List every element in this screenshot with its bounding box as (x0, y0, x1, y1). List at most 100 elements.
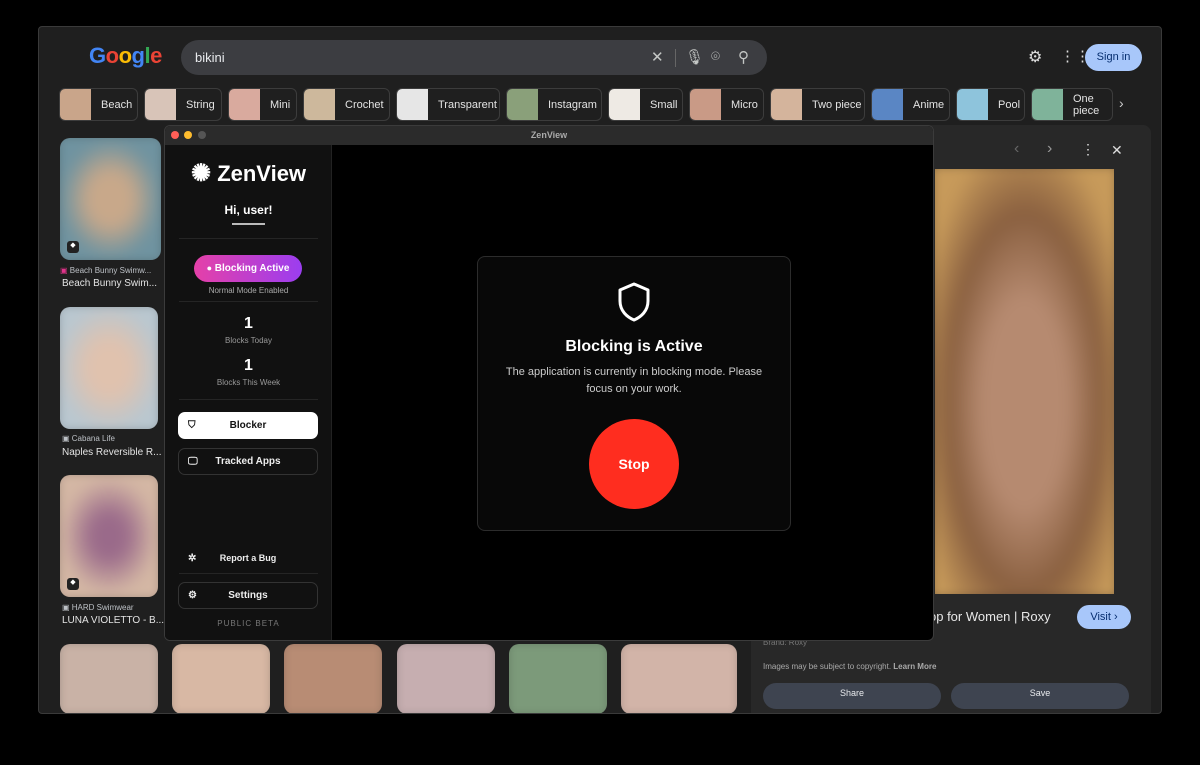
chip-thumbnail (609, 89, 640, 120)
result-image[interactable] (509, 644, 607, 714)
close-window-button[interactable] (171, 131, 179, 139)
nav-blocker[interactable]: ⛉Blocker (178, 412, 318, 439)
result-image[interactable] (60, 307, 158, 429)
chip-thumbnail (145, 89, 176, 120)
chip-small[interactable]: Small (608, 88, 683, 121)
zoom-window-button[interactable] (198, 131, 206, 139)
close-icon[interactable]: ✕ (1111, 142, 1123, 159)
chip-beach[interactable]: Beach (59, 88, 138, 121)
google-logo[interactable]: Google (89, 43, 162, 69)
greeting: Hi, user! (165, 203, 332, 217)
chip-label: Micro (731, 99, 758, 111)
result-image[interactable] (284, 644, 382, 714)
chevron-right-icon[interactable]: › (1119, 95, 1124, 111)
chip-label: Instagram (548, 99, 597, 111)
result-source[interactable]: ▣ HARD Swimwear (62, 603, 134, 612)
save-button[interactable]: Save (951, 683, 1129, 709)
chip-label: Two piece (812, 99, 862, 111)
result-image[interactable]: ◆ (60, 475, 158, 597)
blocking-status-pill: ● Blocking Active (194, 255, 302, 282)
chip-thumbnail (229, 89, 260, 120)
chip-string[interactable]: String (144, 88, 222, 121)
tag-icon: ◆ (67, 241, 79, 253)
window-title: ZenView (531, 130, 567, 140)
chip-mini[interactable]: Mini (228, 88, 297, 121)
chip-label: Crochet (345, 99, 384, 111)
more-icon[interactable]: ⋮ (1081, 141, 1095, 158)
chip-label: Pool (998, 99, 1020, 111)
settings-button[interactable]: ⚙Settings (178, 582, 318, 609)
blocking-card: Blocking is Active The application is cu… (477, 256, 791, 531)
chip-label: Small (650, 99, 678, 111)
burst-icon: ✺ (191, 160, 211, 187)
blocks-week-label: Blocks This Week (165, 378, 332, 387)
chip-pool[interactable]: Pool (956, 88, 1025, 121)
card-title: Blocking is Active (478, 338, 790, 356)
chip-label: Beach (101, 99, 132, 111)
result-image[interactable]: ◆ (60, 138, 161, 260)
search-icon[interactable]: ⚲ (738, 48, 749, 66)
visit-button[interactable]: Visit › (1077, 605, 1131, 629)
sign-in-button[interactable]: Sign in (1085, 44, 1142, 71)
chip-thumbnail (957, 89, 988, 120)
result-title[interactable]: Beach Bunny Swim... (62, 278, 157, 289)
blocks-today-count: 1 (165, 315, 332, 333)
blocks-week-count: 1 (165, 357, 332, 375)
result-title[interactable]: LUNA VIOLETTO - B... (62, 615, 164, 626)
report-bug-button[interactable]: ✲Report a Bug (178, 545, 318, 572)
chip-micro[interactable]: Micro (689, 88, 764, 121)
chip-anime[interactable]: Anime (871, 88, 950, 121)
chip-label: String (186, 99, 215, 111)
zenview-window: ZenView ✺ ZenView Hi, user! ● Blocking A… (164, 125, 934, 641)
gear-icon[interactable]: ⚙ (1028, 47, 1042, 67)
search-input[interactable] (195, 40, 635, 75)
mode-label: Normal Mode Enabled (165, 286, 332, 295)
chip-label: Mini (270, 99, 290, 111)
preview-image[interactable] (935, 169, 1114, 594)
previous-icon[interactable]: ‹ (1014, 140, 1019, 158)
chip-one-piece[interactable]: One piece (1031, 88, 1113, 121)
monitor-icon: 🖵 (188, 449, 198, 474)
beta-label: PUBLIC BETA (165, 619, 332, 628)
bug-icon: ✲ (188, 546, 196, 571)
preview-title[interactable]: op for Women | Roxy (929, 609, 1051, 624)
stop-button[interactable]: Stop (589, 419, 679, 509)
result-source[interactable]: ▣ Beach Bunny Swimw... (60, 266, 151, 275)
chip-thumbnail (1032, 89, 1063, 120)
lens-icon[interactable]: ⌾ (711, 48, 720, 65)
result-source[interactable]: ▣ Cabana Life (62, 434, 115, 443)
title-bar[interactable]: ZenView (165, 126, 933, 145)
minimize-window-button[interactable] (184, 131, 192, 139)
result-title[interactable]: Naples Reversible R... (62, 447, 161, 458)
chip-label: One piece (1073, 93, 1112, 117)
result-image[interactable] (621, 644, 737, 714)
result-image[interactable] (172, 644, 270, 714)
chip-two-piece[interactable]: Two piece (770, 88, 865, 121)
learn-more-link[interactable]: Learn More (893, 662, 936, 671)
gear-icon: ⚙ (188, 583, 197, 608)
shield-icon (616, 281, 652, 323)
chip-instagram[interactable]: Instagram (506, 88, 602, 121)
chip-thumbnail (304, 89, 335, 120)
nav-tracked-apps[interactable]: 🖵Tracked Apps (178, 448, 318, 475)
chip-thumbnail (771, 89, 802, 120)
result-image[interactable] (60, 644, 158, 714)
search-bar: ✕ 🎙 ⌾ ⚲ (181, 40, 767, 75)
blocks-today-label: Blocks Today (165, 336, 332, 345)
card-description: The application is currently in blocking… (498, 364, 770, 398)
chip-label: Transparent (438, 99, 497, 111)
next-icon[interactable]: › (1047, 140, 1052, 158)
microphone-icon[interactable]: 🎙 (685, 48, 704, 66)
chip-crochet[interactable]: Crochet (303, 88, 390, 121)
chip-thumbnail (60, 89, 91, 120)
chip-transparent[interactable]: Transparent (396, 88, 500, 121)
result-image[interactable] (397, 644, 495, 714)
tag-icon: ◆ (67, 578, 79, 590)
share-button[interactable]: Share (763, 683, 941, 709)
chip-thumbnail (507, 89, 538, 120)
sidebar: ✺ ZenView Hi, user! ● Blocking Active No… (165, 145, 332, 641)
zenview-logo: ✺ ZenView (165, 159, 332, 188)
chip-thumbnail (872, 89, 903, 120)
clear-icon[interactable]: ✕ (651, 48, 664, 66)
shield-icon: ⛉ (188, 413, 196, 438)
